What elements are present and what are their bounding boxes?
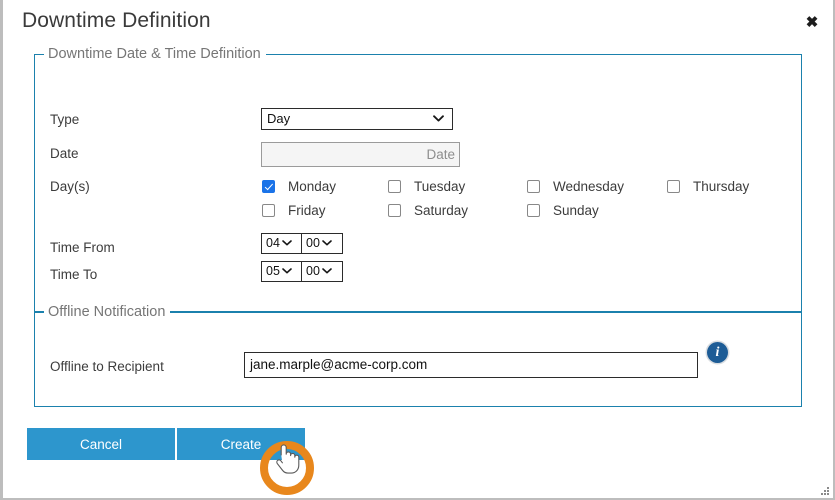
date-label: Date [50,146,79,162]
time-to-minute-value: 00 [302,262,320,281]
checkbox-monday[interactable]: Monday [262,179,336,194]
time-from-minute-select[interactable]: 00 [301,233,343,254]
resize-grip[interactable] [818,484,829,495]
days-label: Day(s) [50,179,90,195]
checkbox-label: Tuesday [414,179,465,194]
checkbox-friday[interactable]: Friday [262,203,326,218]
time-from-minute-value: 00 [302,234,320,253]
time-to-hour-select[interactable]: 05 [261,261,306,282]
checkbox-label: Saturday [414,203,468,218]
checkbox-box [527,204,540,217]
offline-recipient-input[interactable]: jane.marple@acme-corp.com [244,352,698,378]
time-to-label: Time To [50,267,97,283]
chevron-down-icon [320,262,335,281]
time-from-label: Time From [50,240,115,256]
checkbox-box [527,180,540,193]
time-to-minute-select[interactable]: 00 [301,261,343,282]
checkbox-label: Sunday [553,203,599,218]
checkbox-box [262,204,275,217]
info-icon[interactable] [707,342,728,363]
time-from-hour-value: 04 [262,234,280,253]
downtime-datetime-legend: Downtime Date & Time Definition [44,46,266,62]
downtime-definition-dialog: Downtime Definition ✖ Downtime Date & Ti… [0,0,835,500]
close-icon[interactable]: ✖ [803,14,821,32]
checkbox-box [667,180,680,193]
time-from-hour-select[interactable]: 04 [261,233,306,254]
checkbox-tuesday[interactable]: Tuesday [388,179,465,194]
type-label: Type [50,112,79,128]
checkbox-label: Friday [288,203,326,218]
checkbox-label: Monday [288,179,336,194]
chevron-down-icon [430,109,446,129]
checkbox-box [388,180,401,193]
dialog-title-bar: Downtime Definition ✖ [3,0,833,44]
offline-notification-legend: Offline Notification [44,304,170,320]
checkbox-sunday[interactable]: Sunday [527,203,599,218]
checkbox-box [388,204,401,217]
checkbox-thursday[interactable]: Thursday [667,179,749,194]
cancel-button[interactable]: Cancel [27,428,175,460]
checkbox-label: Thursday [693,179,749,194]
type-select[interactable]: Day [261,108,453,130]
chevron-down-icon [280,262,295,281]
time-to-hour-value: 05 [262,262,280,281]
create-button[interactable]: Create [177,428,305,460]
chevron-down-icon [320,234,335,253]
page-title: Downtime Definition [22,9,211,33]
checkbox-wednesday[interactable]: Wednesday [527,179,624,194]
checkbox-box [262,180,275,193]
chevron-down-icon [280,234,295,253]
date-input[interactable]: Date [261,142,460,167]
type-select-value: Day [262,109,430,129]
checkbox-saturday[interactable]: Saturday [388,203,468,218]
checkbox-label: Wednesday [553,179,624,194]
offline-recipient-label: Offline to Recipient [50,359,164,375]
